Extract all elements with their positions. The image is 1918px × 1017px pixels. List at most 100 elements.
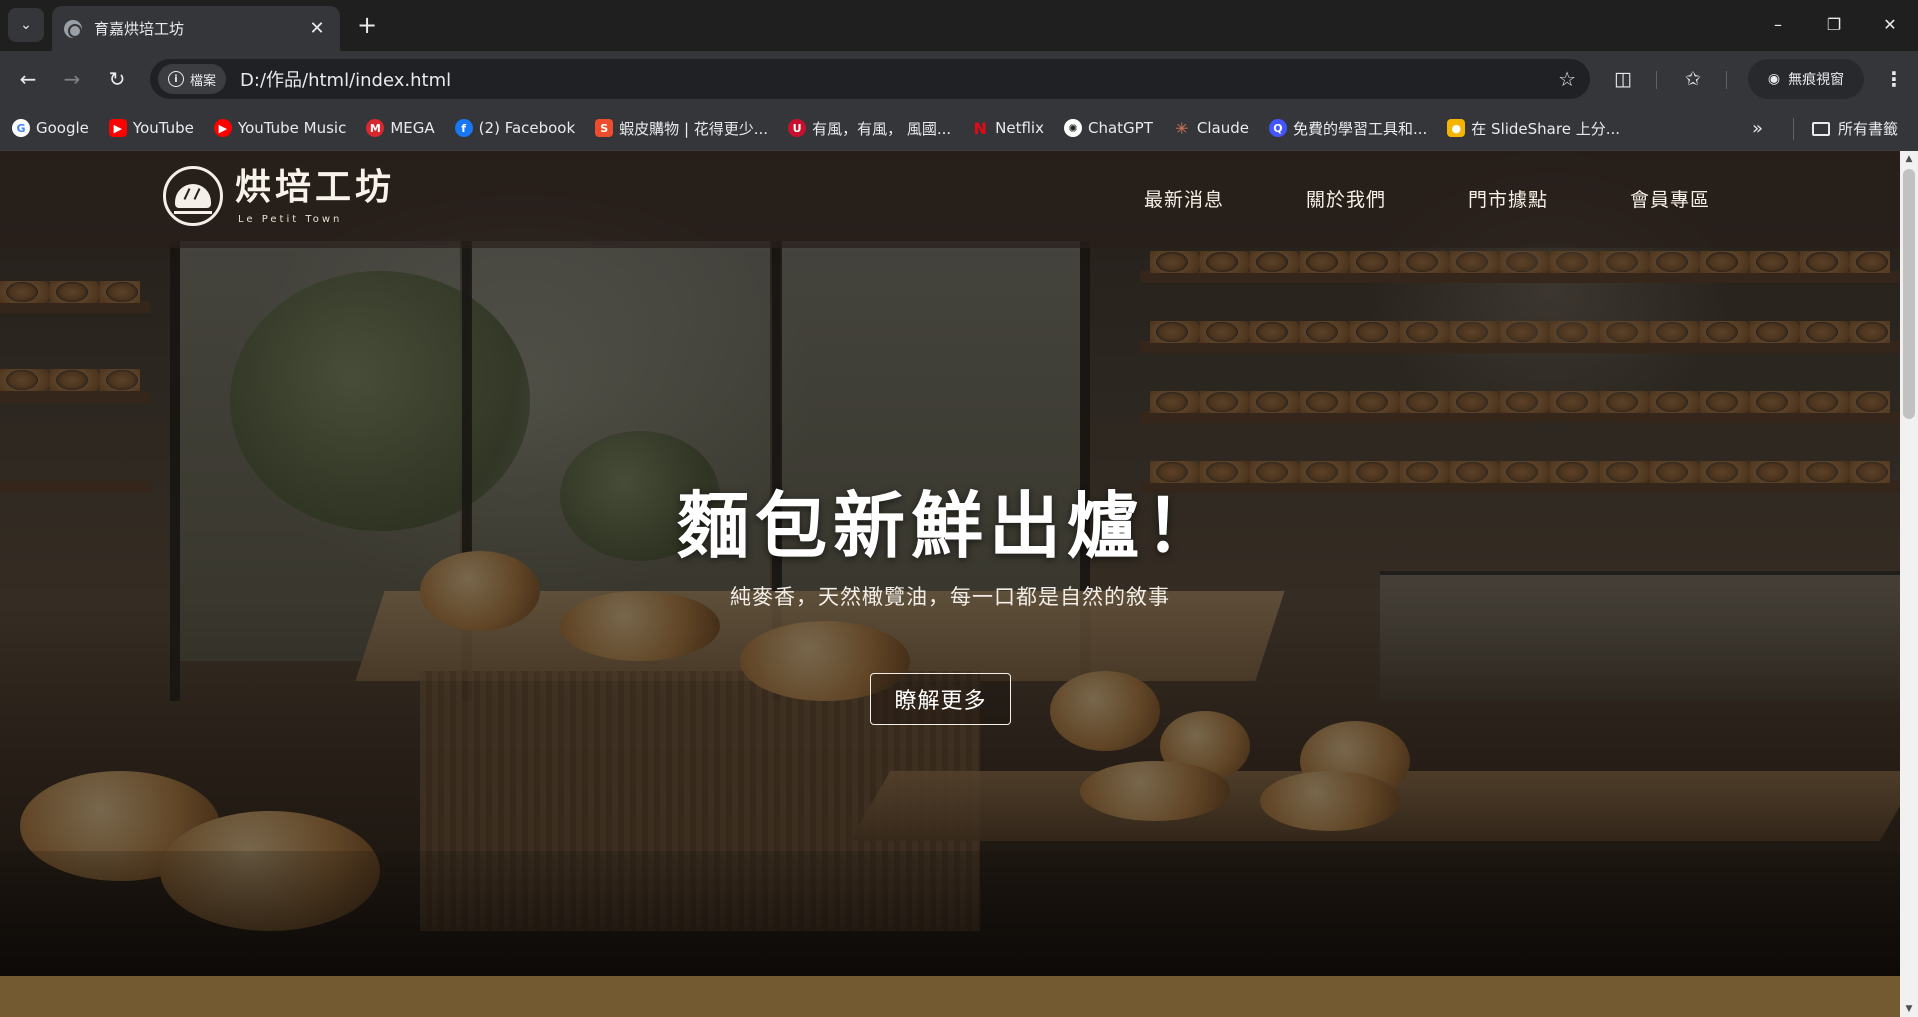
- scroll-down-icon[interactable]: ▼: [1900, 1001, 1918, 1017]
- bookmark-label: Google: [36, 119, 89, 137]
- bookmark-label: Claude: [1196, 119, 1249, 137]
- quizlet-icon: Q: [1268, 119, 1287, 137]
- new-tab-button[interactable]: +: [352, 10, 382, 40]
- loaf-shape: [175, 184, 211, 208]
- logo-title: 烘培工坊: [235, 166, 396, 208]
- bookmark-label: YouTube Music: [237, 119, 347, 137]
- all-bookmarks-label: 所有書籤: [1838, 120, 1899, 138]
- tab-search-button[interactable]: ⌄: [8, 8, 44, 42]
- bookmark-label: 有風，有風， 風國...: [812, 119, 952, 138]
- learn-more-button[interactable]: 瞭解更多: [870, 673, 1011, 725]
- restore-icon: ❐: [1826, 14, 1842, 34]
- nav-news[interactable]: 最新消息: [1144, 185, 1224, 212]
- nav-about[interactable]: 關於我們: [1306, 185, 1386, 212]
- bookmarks-bar: G Google ▶ YouTube ▶ YouTube Music M MEG…: [0, 106, 1918, 151]
- site-info-chip[interactable]: i 檔案: [158, 64, 227, 94]
- slideshare-icon: ●: [1447, 119, 1466, 137]
- bookmark-label: 在 SlideShare 上分...: [1471, 119, 1621, 138]
- bookmarks-divider: [1793, 118, 1794, 140]
- tab-strip: ⌄ 育嘉烘培工坊 ✕ + – ❐ ✕: [0, 0, 1918, 51]
- close-icon: ✕: [1883, 14, 1897, 34]
- close-icon[interactable]: ✕: [306, 18, 328, 39]
- main-nav: 最新消息 關於我們 門市據點 會員專區: [1144, 185, 1710, 212]
- bookmark-label: ChatGPT: [1087, 119, 1153, 137]
- chatgpt-icon: ✺: [1063, 119, 1082, 137]
- logo-text: 烘培工坊 Le Petit Town: [235, 166, 396, 225]
- incognito-icon: ◉: [1767, 71, 1781, 87]
- more-bookmarks-icon[interactable]: »: [1752, 118, 1763, 139]
- close-window-button[interactable]: ✕: [1862, 0, 1918, 48]
- bookmark-item[interactable]: ▶ YouTube Music: [213, 119, 347, 137]
- bookmark-item[interactable]: ▶ YouTube: [108, 119, 194, 137]
- hero-title: 麵包新鮮出爐！: [676, 484, 1223, 568]
- bookmark-item[interactable]: ✳ Claude: [1173, 118, 1249, 138]
- window-controls: – ❐ ✕: [1750, 0, 1918, 51]
- chevron-down-icon: ⌄: [20, 17, 32, 33]
- hero-subtitle: 純麥香，天然橄覽油，每一口都是自然的敘事: [730, 585, 1170, 609]
- shopee-icon: S: [595, 119, 614, 137]
- bookmark-item[interactable]: N Netflix: [971, 118, 1044, 138]
- scroll-up-icon[interactable]: ▲: [1900, 151, 1918, 167]
- youtube-music-icon: ▶: [213, 119, 232, 137]
- address-bar[interactable]: i 檔案 D:/作品/html/index.html ☆: [150, 59, 1590, 99]
- page-viewport: 烘培工坊 Le Petit Town 最新消息 關於我們 門市據點 會員專區 麵…: [0, 151, 1900, 1017]
- site-chip-label: 檔案: [190, 73, 217, 89]
- netflix-icon: N: [973, 118, 987, 138]
- browser-chrome: ⌄ 育嘉烘培工坊 ✕ + – ❐ ✕ ← → ↻ i 檔案 D:/作品/html…: [0, 0, 1918, 151]
- plus-icon: +: [356, 11, 378, 39]
- reload-button[interactable]: ↻: [101, 63, 133, 95]
- bookmark-item[interactable]: ● 在 SlideShare 上分...: [1447, 118, 1620, 139]
- restore-button[interactable]: ❐: [1806, 0, 1862, 48]
- bookmark-item[interactable]: U 有風，有風， 風國...: [788, 118, 951, 139]
- bookmark-item[interactable]: S 蝦皮購物 | 花得更少...: [595, 118, 768, 139]
- youtube-icon: ▶: [108, 119, 127, 137]
- incognito-indicator[interactable]: ◉ 無痕視窗: [1748, 59, 1864, 99]
- next-section-band: [0, 976, 1900, 1017]
- arrow-left-icon: ←: [19, 67, 37, 91]
- bread-logo-icon: [163, 166, 223, 226]
- bookmark-label: MEGA: [390, 119, 435, 137]
- arrow-right-icon: →: [63, 67, 81, 91]
- scroll-thumb[interactable]: [1903, 169, 1915, 419]
- tab-title: 育嘉烘培工坊: [94, 20, 185, 38]
- back-button[interactable]: ←: [12, 63, 44, 95]
- globe-icon: [64, 19, 82, 38]
- bookmark-item[interactable]: M MEGA: [366, 119, 435, 137]
- site-header: 烘培工坊 Le Petit Town 最新消息 關於我們 門市據點 會員專區: [0, 151, 1900, 248]
- page-scrollbar[interactable]: ▲ ▼: [1900, 151, 1918, 1017]
- bookmark-item[interactable]: f (2) Facebook: [454, 119, 576, 137]
- browser-toolbar: ← → ↻ i 檔案 D:/作品/html/index.html ☆ ◫ ✩ ◉…: [0, 51, 1918, 106]
- toolbar-divider: [1726, 71, 1727, 89]
- wind-icon: U: [788, 119, 807, 137]
- url-text[interactable]: D:/作品/html/index.html: [240, 66, 1558, 92]
- minimize-button[interactable]: –: [1750, 0, 1806, 48]
- all-bookmarks-button[interactable]: 所有書籤: [1812, 118, 1898, 139]
- extensions-icon[interactable]: ◫: [1607, 63, 1639, 95]
- mega-icon: M: [366, 119, 385, 137]
- folder-icon: [1812, 121, 1830, 136]
- site-logo[interactable]: 烘培工坊 Le Petit Town: [163, 166, 395, 226]
- nav-members[interactable]: 會員專區: [1630, 185, 1710, 212]
- reload-icon: ↻: [108, 67, 126, 91]
- incognito-label: 無痕視窗: [1788, 72, 1845, 88]
- bookmark-label: Netflix: [995, 119, 1044, 137]
- bookmark-label: 免費的學習工具和...: [1292, 119, 1428, 138]
- reading-list-icon[interactable]: ✩: [1677, 63, 1709, 95]
- bookmark-item[interactable]: Q 免費的學習工具和...: [1268, 118, 1428, 139]
- more-vertical-icon: ⋮: [1884, 67, 1904, 91]
- bookmark-item[interactable]: ✺ ChatGPT: [1063, 119, 1153, 137]
- info-icon: i: [168, 71, 184, 87]
- google-icon: G: [12, 119, 30, 137]
- bookmark-label: YouTube: [132, 119, 194, 137]
- minimize-icon: –: [1774, 14, 1782, 34]
- forward-button[interactable]: →: [56, 63, 88, 95]
- nav-stores[interactable]: 門市據點: [1468, 185, 1548, 212]
- logo-subtitle: Le Petit Town: [238, 213, 343, 225]
- claude-icon: ✳: [1175, 118, 1189, 138]
- bookmark-star-icon[interactable]: ☆: [1558, 67, 1576, 91]
- active-tab[interactable]: 育嘉烘培工坊 ✕: [52, 6, 340, 51]
- bookmark-label: 蝦皮購物 | 花得更少...: [619, 119, 769, 138]
- browser-menu-button[interactable]: ⋮: [1878, 63, 1910, 95]
- bookmark-item[interactable]: G Google: [12, 119, 89, 137]
- bookmark-label: (2) Facebook: [478, 119, 576, 137]
